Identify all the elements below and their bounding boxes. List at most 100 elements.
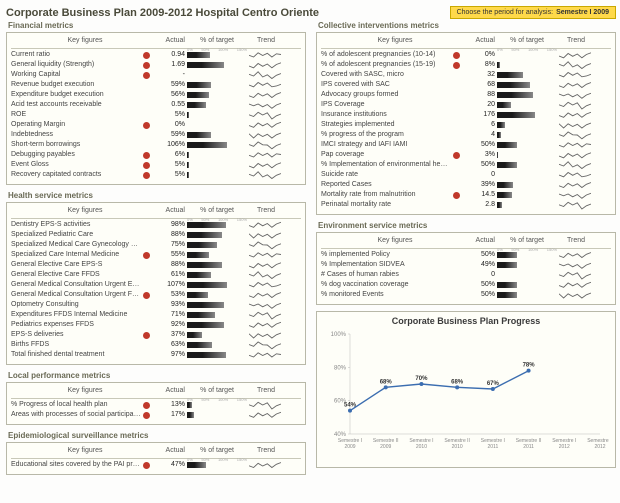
kpi-name: Insurance institutions [321, 110, 451, 120]
kpi-row[interactable]: Pap coverage3% [321, 150, 611, 160]
kpi-actual: 39% [471, 180, 495, 190]
trend-sparkline [249, 230, 281, 240]
svg-text:78%: 78% [523, 363, 536, 369]
kpi-row[interactable]: Educational sites covered by the PAI pro… [11, 460, 301, 470]
kpi-row[interactable]: % Implementation of environmental health… [321, 160, 611, 170]
kpi-row[interactable]: EPS-S deliveries37% [11, 330, 301, 340]
kpi-row[interactable]: Insurance institutions176 [321, 110, 611, 120]
alert-dot-icon [453, 142, 460, 149]
alert-dot-icon [453, 182, 460, 189]
kpi-actual: 47% [161, 460, 185, 470]
pct-bar: 0%50%100%150% [187, 51, 247, 59]
kpi-actual: 50% [471, 160, 495, 170]
kpi-row[interactable]: Total finished dental treatment97% [11, 350, 301, 360]
pct-bar [497, 181, 557, 189]
trend-sparkline [559, 110, 591, 120]
kpi-row[interactable]: Operating Margin0% [11, 120, 301, 130]
kpi-row[interactable]: Pediatrics expenses FFDS92% [11, 320, 301, 330]
kpi-name: IPS Coverage [321, 100, 451, 110]
kpi-row[interactable]: General Elective Care FFDS61% [11, 270, 301, 280]
kpi-row[interactable]: IMCI strategy and IAFI IAMI50% [321, 140, 611, 150]
kpi-row[interactable]: Specialized Pediatric Care88% [11, 230, 301, 240]
kpi-row[interactable]: General Elective Care EPS-S88% [11, 260, 301, 270]
kpi-row[interactable]: Specialized Medical Care Gynecology and … [11, 240, 301, 250]
kpi-row[interactable]: Dentistry EPS-S activities98%0%50%100%15… [11, 220, 301, 230]
kpi-actual: 6% [161, 150, 185, 160]
kpi-row[interactable]: Strategies implemented6 [321, 120, 611, 130]
kpi-actual: 75% [161, 240, 185, 250]
kpi-row[interactable]: Recovery capitated contracts5% [11, 170, 301, 180]
pct-bar [187, 101, 247, 109]
kpi-row[interactable]: % progress of the program4 [321, 130, 611, 140]
trend-sparkline [249, 70, 281, 80]
kpi-row[interactable]: Short-term borrowings106% [11, 140, 301, 150]
kpi-row[interactable]: Areas with processes of social participa… [11, 410, 301, 420]
kpi-row[interactable]: Suicide rate0 [321, 170, 611, 180]
pct-bar [187, 291, 247, 299]
kpi-row[interactable]: Specialized Care Internal Medicine55% [11, 250, 301, 260]
kpi-row[interactable]: Revenue budget execution59% [11, 80, 301, 90]
kpi-name: Strategies implemented [321, 120, 451, 130]
kpi-actual: 3% [471, 150, 495, 160]
kpi-row[interactable]: Perinatal mortality rate2.8 [321, 200, 611, 210]
kpi-row[interactable]: Advocacy groups formed88 [321, 90, 611, 100]
kpi-name: Specialized Pediatric Care [11, 230, 141, 240]
pct-bar [497, 291, 557, 299]
kpi-row[interactable]: Current ratio0.940%50%100%150% [11, 50, 301, 60]
pct-bar: 0%50%100%150% [497, 51, 557, 59]
period-selector[interactable]: Choose the period for analysis: Semestre… [450, 6, 616, 19]
kpi-row[interactable]: % implemented Policy50%0%50%100%150% [321, 250, 611, 260]
panel-title-env: Environment service metrics [318, 221, 616, 230]
kpi-row[interactable]: Expenditure budget execution56% [11, 90, 301, 100]
kpi-row[interactable]: Expenditures FFDS Internal Medicine71% [11, 310, 301, 320]
pct-bar [187, 111, 247, 119]
kpi-row[interactable]: Covered with SASC, micro32 [321, 70, 611, 80]
col-pct: % of target [187, 36, 247, 46]
kpi-row[interactable]: Working Capital- [11, 70, 301, 80]
kpi-row[interactable]: General Medical Consultation Urgent FFDS… [11, 290, 301, 300]
alert-dot-icon [143, 342, 150, 349]
kpi-row[interactable]: % of adolescent pregnancies (10-14)0%0%5… [321, 50, 611, 60]
col-trend: Trend [559, 36, 593, 46]
pct-bar [497, 131, 557, 139]
kpi-actual: 0% [471, 50, 495, 60]
kpi-row[interactable]: % Implementation SIDVEA49% [321, 260, 611, 270]
kpi-row[interactable]: Reported Cases 39% [321, 180, 611, 190]
kpi-name: Reported Cases [321, 180, 451, 190]
kpi-actual: 97% [161, 350, 185, 360]
alert-dot-icon [143, 52, 150, 59]
alert-dot-icon [453, 62, 460, 69]
trend-sparkline [559, 90, 591, 100]
pct-bar [497, 271, 557, 279]
kpi-row[interactable]: General Medical Consultation Urgent EPS-… [11, 280, 301, 290]
pct-bar [497, 91, 557, 99]
kpi-row[interactable]: Debugging payables6% [11, 150, 301, 160]
kpi-name: % Implementation of environmental health [321, 160, 451, 170]
kpi-row[interactable]: IPS Coverage 20 [321, 100, 611, 110]
col-pct: % of target [187, 446, 247, 456]
kpi-row[interactable]: IPS covered with SAC68 [321, 80, 611, 90]
kpi-row[interactable]: Acid test accounts receivable0.55 [11, 100, 301, 110]
trend-sparkline [249, 460, 281, 470]
alert-dot-icon [453, 202, 460, 209]
col-actual: Actual [161, 206, 185, 216]
kpi-row[interactable]: % dog vaccination coverage50% [321, 280, 611, 290]
kpi-row[interactable]: General liquidity (Strength)1.69 [11, 60, 301, 70]
kpi-row[interactable]: Indebtedness59% [11, 130, 301, 140]
kpi-row[interactable]: Optometry Consulting93% [11, 300, 301, 310]
panel-collective: Collective interventions metricsKey figu… [316, 21, 616, 215]
kpi-row[interactable]: ROE5% [11, 110, 301, 120]
kpi-row[interactable]: % of adolescent pregnancies (15-19)8% [321, 60, 611, 70]
kpi-actual: 107% [161, 280, 185, 290]
kpi-row[interactable]: # Cases of human rabies0 [321, 270, 611, 280]
kpi-row[interactable]: Event Gloss5% [11, 160, 301, 170]
kpi-name: Covered with SASC, micro [321, 70, 451, 80]
kpi-actual: 20 [471, 100, 495, 110]
kpi-name: Advocacy groups formed [321, 90, 451, 100]
trend-sparkline [249, 130, 281, 140]
kpi-row[interactable]: Mortality rate from malnutrition14.5 [321, 190, 611, 200]
kpi-row[interactable]: % Progress of local health plan13%0%50%1… [11, 400, 301, 410]
kpi-row[interactable]: Births FFDS63% [11, 340, 301, 350]
kpi-row[interactable]: % monitored Events50% [321, 290, 611, 300]
alert-dot-icon [453, 52, 460, 59]
